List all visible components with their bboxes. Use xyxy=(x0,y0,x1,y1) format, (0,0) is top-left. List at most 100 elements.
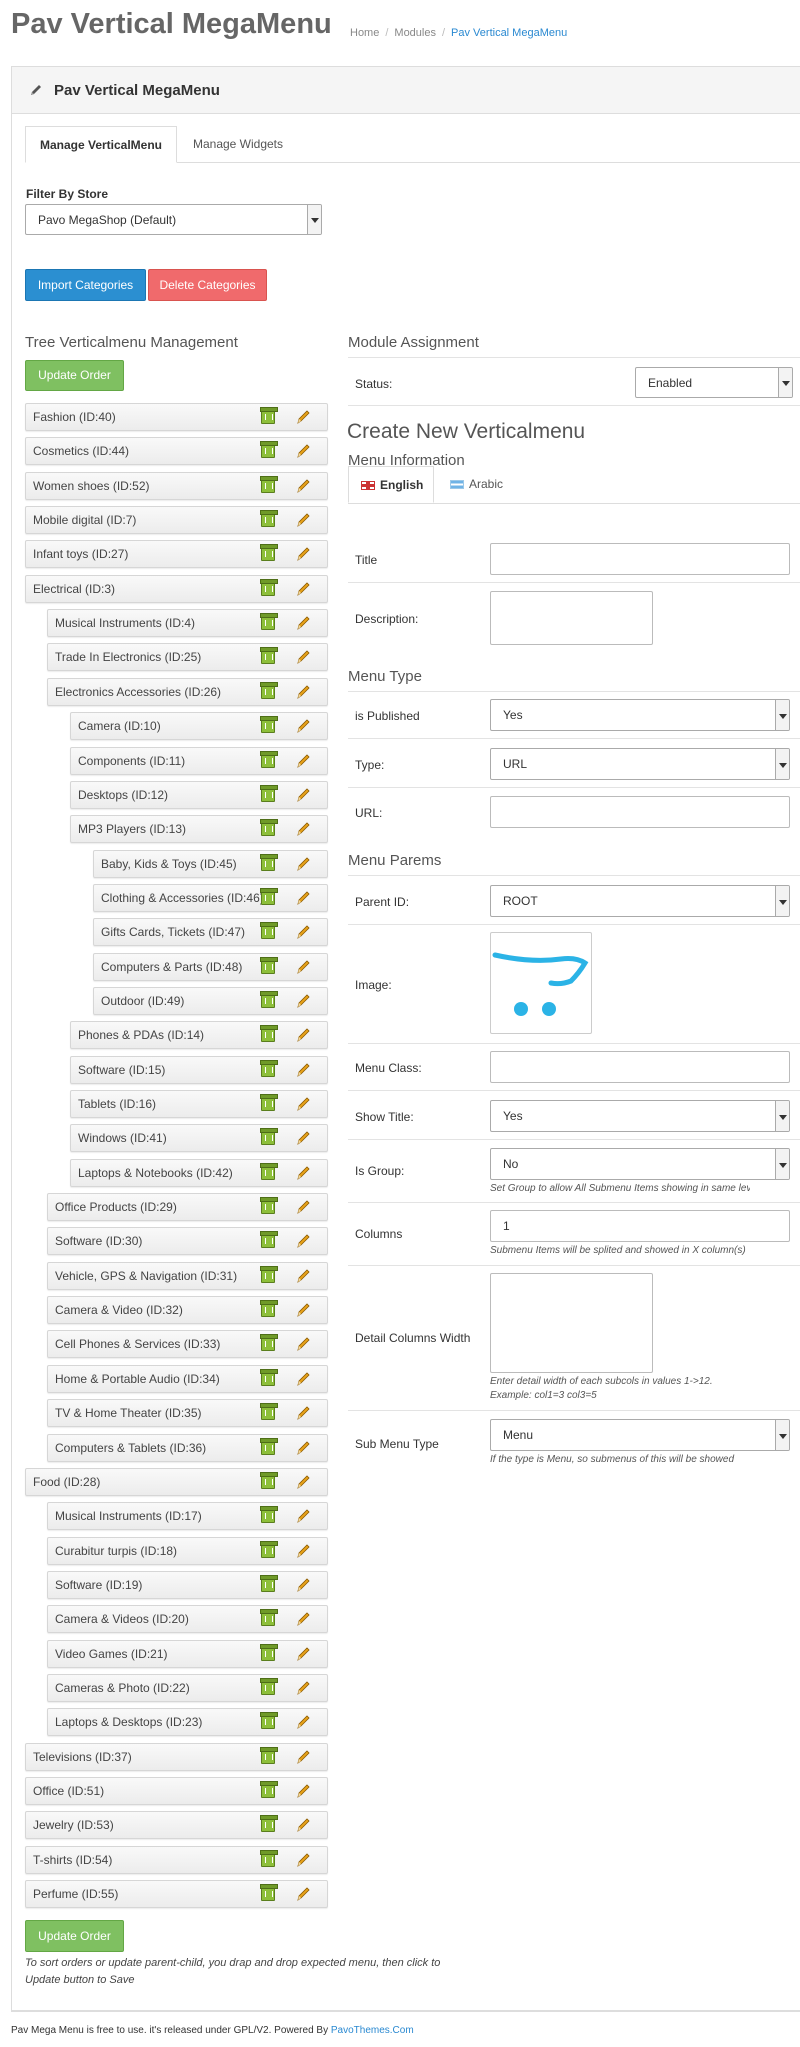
edit-pencil-icon[interactable] xyxy=(295,1783,311,1799)
delete-icon[interactable] xyxy=(260,1438,278,1455)
delete-icon[interactable] xyxy=(260,1403,278,1420)
edit-pencil-icon[interactable] xyxy=(295,1302,311,1318)
tree-node[interactable]: Infant toys (ID:27) xyxy=(25,540,328,568)
footer-link[interactable]: PavoThemes.Com xyxy=(331,2025,414,2036)
edit-pencil-icon[interactable] xyxy=(295,615,311,631)
is-group-select[interactable]: No xyxy=(490,1148,790,1180)
delete-icon[interactable] xyxy=(260,1781,278,1798)
tree-node[interactable]: Gifts Cards, Tickets (ID:47) xyxy=(93,918,328,946)
url-input[interactable] xyxy=(490,796,790,828)
edit-pencil-icon[interactable] xyxy=(295,1474,311,1490)
tree-node[interactable]: TV & Home Theater (ID:35) xyxy=(47,1399,328,1427)
delete-icon[interactable] xyxy=(260,1334,278,1351)
edit-pencil-icon[interactable] xyxy=(295,1886,311,1902)
delete-icon[interactable] xyxy=(260,1300,278,1317)
parent-select[interactable]: ROOT xyxy=(490,885,790,917)
tree-node[interactable]: T-shirts (ID:54) xyxy=(25,1846,328,1874)
published-select[interactable]: Yes xyxy=(490,699,790,731)
edit-pencil-icon[interactable] xyxy=(295,924,311,940)
tree-node[interactable]: Home & Portable Audio (ID:34) xyxy=(47,1365,328,1393)
edit-pencil-icon[interactable] xyxy=(295,1817,311,1833)
tree-node[interactable]: Windows (ID:41) xyxy=(70,1124,328,1152)
delete-icon[interactable] xyxy=(260,1266,278,1283)
tree-node[interactable]: Laptops & Notebooks (ID:42) xyxy=(70,1159,328,1187)
delete-icon[interactable] xyxy=(260,1197,278,1214)
lang-tab-english[interactable]: English xyxy=(348,466,434,503)
delete-icon[interactable] xyxy=(260,510,278,527)
breadcrumb-home[interactable]: Home xyxy=(350,27,379,39)
edit-pencil-icon[interactable] xyxy=(295,1096,311,1112)
delete-icon[interactable] xyxy=(260,441,278,458)
delete-categories-button[interactable]: Delete Categories xyxy=(148,269,267,301)
tree-node[interactable]: Software (ID:19) xyxy=(47,1571,328,1599)
tree-node[interactable]: Cameras & Photo (ID:22) xyxy=(47,1674,328,1702)
delete-icon[interactable] xyxy=(260,1163,278,1180)
tree-node[interactable]: Food (ID:28) xyxy=(25,1468,328,1496)
edit-pencil-icon[interactable] xyxy=(295,1852,311,1868)
delete-icon[interactable] xyxy=(260,1060,278,1077)
edit-pencil-icon[interactable] xyxy=(295,1680,311,1696)
edit-pencil-icon[interactable] xyxy=(295,890,311,906)
tree-node[interactable]: Fashion (ID:40) xyxy=(25,403,328,431)
edit-pencil-icon[interactable] xyxy=(295,1611,311,1627)
tree-node[interactable]: Outdoor (ID:49) xyxy=(93,987,328,1015)
delete-icon[interactable] xyxy=(260,1609,278,1626)
edit-pencil-icon[interactable] xyxy=(295,856,311,872)
edit-pencil-icon[interactable] xyxy=(295,443,311,459)
menu-class-input[interactable] xyxy=(490,1051,790,1083)
edit-pencil-icon[interactable] xyxy=(295,1577,311,1593)
edit-pencil-icon[interactable] xyxy=(295,684,311,700)
tree-node[interactable]: Jewelry (ID:53) xyxy=(25,1811,328,1839)
delete-icon[interactable] xyxy=(260,1231,278,1248)
tree-node[interactable]: Women shoes (ID:52) xyxy=(25,472,328,500)
tree-node[interactable]: Tablets (ID:16) xyxy=(70,1090,328,1118)
tree-node[interactable]: Phones & PDAs (ID:14) xyxy=(70,1021,328,1049)
delete-icon[interactable] xyxy=(260,1369,278,1386)
edit-pencil-icon[interactable] xyxy=(295,1646,311,1662)
edit-pencil-icon[interactable] xyxy=(295,1405,311,1421)
edit-pencil-icon[interactable] xyxy=(295,718,311,734)
tree-node[interactable]: Components (ID:11) xyxy=(70,747,328,775)
edit-pencil-icon[interactable] xyxy=(295,1165,311,1181)
edit-pencil-icon[interactable] xyxy=(295,1027,311,1043)
tree-node[interactable]: Trade In Electronics (ID:25) xyxy=(47,643,328,671)
tree-node[interactable]: Camera & Videos (ID:20) xyxy=(47,1605,328,1633)
delete-icon[interactable] xyxy=(260,922,278,939)
delete-icon[interactable] xyxy=(260,1472,278,1489)
tree-node[interactable]: Musical Instruments (ID:17) xyxy=(47,1502,328,1530)
tree-node[interactable]: Desktops (ID:12) xyxy=(70,781,328,809)
edit-pencil-icon[interactable] xyxy=(295,753,311,769)
edit-pencil-icon[interactable] xyxy=(295,1336,311,1352)
edit-pencil-icon[interactable] xyxy=(295,512,311,528)
submenu-type-select[interactable]: Menu xyxy=(490,1419,790,1451)
tree-node[interactable]: Perfume (ID:55) xyxy=(25,1880,328,1908)
delete-icon[interactable] xyxy=(260,1747,278,1764)
delete-icon[interactable] xyxy=(260,888,278,905)
tree-node[interactable]: Clothing & Accessories (ID:46) xyxy=(93,884,328,912)
edit-pencil-icon[interactable] xyxy=(295,821,311,837)
delete-icon[interactable] xyxy=(260,647,278,664)
tree-node[interactable]: Camera (ID:10) xyxy=(70,712,328,740)
show-title-select[interactable]: Yes xyxy=(490,1100,790,1132)
type-select[interactable]: URL xyxy=(490,748,790,780)
breadcrumb-modules[interactable]: Modules xyxy=(394,27,436,39)
delete-icon[interactable] xyxy=(260,785,278,802)
delete-icon[interactable] xyxy=(260,1678,278,1695)
tree-node[interactable]: Computers & Tablets (ID:36) xyxy=(47,1434,328,1462)
detail-columns-textarea[interactable] xyxy=(490,1273,653,1373)
delete-icon[interactable] xyxy=(260,957,278,974)
columns-input[interactable]: 1 xyxy=(490,1210,790,1242)
delete-icon[interactable] xyxy=(260,1644,278,1661)
delete-icon[interactable] xyxy=(260,751,278,768)
import-categories-button[interactable]: Import Categories xyxy=(25,269,146,301)
tree-node[interactable]: Video Games (ID:21) xyxy=(47,1640,328,1668)
tab-manage-widgets[interactable]: Manage Widgets xyxy=(177,126,299,163)
edit-pencil-icon[interactable] xyxy=(295,993,311,1009)
delete-icon[interactable] xyxy=(260,1884,278,1901)
tree-node[interactable]: Laptops & Desktops (ID:23) xyxy=(47,1708,328,1736)
edit-pencil-icon[interactable] xyxy=(295,409,311,425)
store-select[interactable]: Pavo MegaShop (Default) xyxy=(25,204,322,235)
tree-node[interactable]: Curabitur turpis (ID:18) xyxy=(47,1537,328,1565)
lang-tab-arabic[interactable]: Arabic xyxy=(450,466,530,503)
tab-manage-verticalmenu[interactable]: Manage VerticalMenu xyxy=(25,126,177,163)
